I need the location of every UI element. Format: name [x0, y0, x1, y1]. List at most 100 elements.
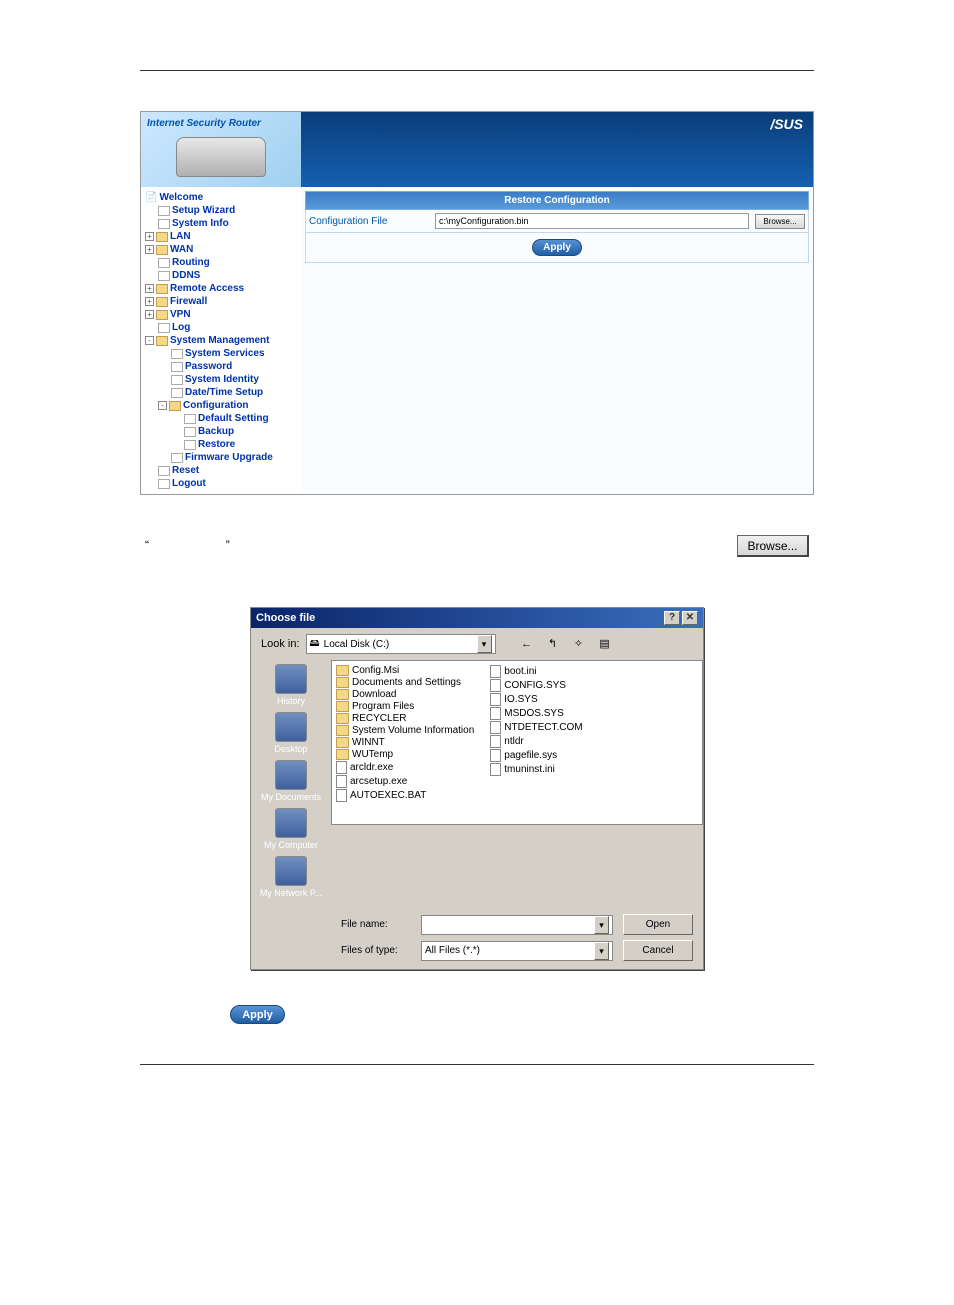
- nav-setup-wizard[interactable]: Setup Wizard: [172, 204, 235, 217]
- filetype-select[interactable]: All Files (*.*)▾: [421, 941, 613, 961]
- apply-button-inline[interactable]: Apply: [230, 1005, 285, 1024]
- file-item[interactable]: WINNT: [336, 737, 474, 748]
- mydocs-icon: [275, 760, 307, 790]
- nav-firmware-upgrade[interactable]: Firmware Upgrade: [185, 451, 273, 464]
- place-mydocs[interactable]: My Documents: [251, 760, 331, 802]
- file-item[interactable]: Download: [336, 689, 474, 700]
- folder-icon: [336, 737, 349, 748]
- back-icon[interactable]: ←: [516, 634, 538, 654]
- file-icon: [336, 761, 347, 774]
- file-list[interactable]: Config.MsiDocuments and SettingsDownload…: [331, 660, 703, 825]
- choose-file-dialog: Choose file ? ✕ Look in: 🖴 Local Disk (C…: [250, 607, 704, 970]
- file-item[interactable]: IO.SYS: [490, 693, 582, 706]
- nav-welcome[interactable]: Welcome: [159, 191, 203, 204]
- filename-label: File name:: [341, 919, 411, 930]
- nav-remote-access[interactable]: Remote Access: [170, 282, 244, 295]
- router-image: [176, 137, 266, 177]
- file-item[interactable]: arcldr.exe: [336, 761, 474, 774]
- nav-system-identity[interactable]: System Identity: [185, 373, 259, 386]
- computer-icon: [275, 808, 307, 838]
- drive-name: Local Disk (C:): [324, 639, 390, 650]
- nav-logout[interactable]: Logout: [172, 477, 206, 490]
- nav-password[interactable]: Password: [185, 360, 232, 373]
- file-item[interactable]: RECYCLER: [336, 713, 474, 724]
- expand-icon[interactable]: +: [145, 245, 154, 254]
- nav-wan[interactable]: WAN: [170, 243, 193, 256]
- filename-input[interactable]: ▾: [421, 915, 613, 935]
- router-logo-panel: Internet Security Router: [141, 112, 301, 187]
- open-button[interactable]: Open: [623, 914, 693, 935]
- network-icon: [275, 856, 307, 886]
- file-item[interactable]: AUTOEXEC.BAT: [336, 789, 474, 802]
- desktop-icon: [275, 712, 307, 742]
- file-item[interactable]: WUTemp: [336, 749, 474, 760]
- nav-datetime[interactable]: Date/Time Setup: [185, 386, 263, 399]
- nav-tree: 📄Welcome Setup Wizard System Info +LAN +…: [141, 187, 301, 494]
- places-bar: History Desktop My Documents My Computer…: [251, 660, 331, 908]
- nav-ddns[interactable]: DDNS: [172, 269, 200, 282]
- collapse-icon[interactable]: -: [158, 401, 167, 410]
- file-item[interactable]: Program Files: [336, 701, 474, 712]
- nav-vpn[interactable]: VPN: [170, 308, 191, 321]
- file-item[interactable]: ntldr: [490, 735, 582, 748]
- main-panel: Restore Configuration Configuration File…: [301, 187, 813, 494]
- panel-header: Restore Configuration: [305, 191, 809, 210]
- file-item[interactable]: pagefile.sys: [490, 749, 582, 762]
- file-item[interactable]: Config.Msi: [336, 665, 474, 676]
- config-file-input[interactable]: [435, 213, 749, 229]
- folder-icon: [336, 725, 349, 736]
- nav-system-services[interactable]: System Services: [185, 347, 265, 360]
- history-icon: [275, 664, 307, 694]
- nav-backup[interactable]: Backup: [198, 425, 234, 438]
- file-item[interactable]: arcsetup.exe: [336, 775, 474, 788]
- nav-routing[interactable]: Routing: [172, 256, 210, 269]
- file-icon: [490, 707, 501, 720]
- expand-icon[interactable]: +: [145, 310, 154, 319]
- nav-system-management[interactable]: System Management: [170, 334, 269, 347]
- file-icon: [490, 721, 501, 734]
- file-icon: [490, 665, 501, 678]
- file-icon: [490, 693, 501, 706]
- expand-icon[interactable]: +: [145, 284, 154, 293]
- close-icon[interactable]: ✕: [682, 611, 698, 625]
- nav-firewall[interactable]: Firewall: [170, 295, 207, 308]
- router-brand-title: Internet Security Router: [147, 118, 295, 129]
- view-menu-icon[interactable]: ▤: [594, 634, 616, 654]
- dropdown-icon[interactable]: ▾: [594, 916, 609, 934]
- file-item[interactable]: Documents and Settings: [336, 677, 474, 688]
- place-network[interactable]: My Network P...: [251, 856, 331, 898]
- help-icon[interactable]: ?: [664, 611, 680, 625]
- file-item[interactable]: CONFIG.SYS: [490, 679, 582, 692]
- cancel-button[interactable]: Cancel: [623, 940, 693, 961]
- nav-default-setting[interactable]: Default Setting: [198, 412, 269, 425]
- folder-icon: [336, 713, 349, 724]
- dropdown-icon[interactable]: ▾: [594, 942, 609, 960]
- file-item[interactable]: boot.ini: [490, 665, 582, 678]
- expand-icon[interactable]: +: [145, 297, 154, 306]
- place-desktop[interactable]: Desktop: [251, 712, 331, 754]
- expand-icon[interactable]: +: [145, 232, 154, 241]
- lookin-select[interactable]: 🖴 Local Disk (C:) ▾: [306, 634, 496, 654]
- collapse-icon[interactable]: -: [145, 336, 154, 345]
- nav-restore[interactable]: Restore: [198, 438, 235, 451]
- router-admin-screenshot: Internet Security Router /SUS 📄Welcome S…: [140, 111, 814, 495]
- place-history[interactable]: History: [251, 664, 331, 706]
- nav-lan[interactable]: LAN: [170, 230, 191, 243]
- file-item[interactable]: NTDETECT.COM: [490, 721, 582, 734]
- nav-system-info[interactable]: System Info: [172, 217, 229, 230]
- file-item[interactable]: tmuninst.ini: [490, 763, 582, 776]
- folder-icon: [336, 677, 349, 688]
- new-folder-icon[interactable]: ✧: [568, 634, 590, 654]
- dropdown-icon[interactable]: ▾: [477, 635, 492, 653]
- place-mycomputer[interactable]: My Computer: [251, 808, 331, 850]
- browse-button[interactable]: Browse...: [755, 214, 805, 229]
- nav-log[interactable]: Log: [172, 321, 190, 334]
- file-item[interactable]: MSDOS.SYS: [490, 707, 582, 720]
- nav-reset[interactable]: Reset: [172, 464, 199, 477]
- nav-configuration[interactable]: Configuration: [183, 399, 249, 412]
- browse-button-inline[interactable]: Browse...: [737, 535, 809, 557]
- brand-logo: /SUS: [301, 112, 813, 187]
- file-item[interactable]: System Volume Information: [336, 725, 474, 736]
- up-folder-icon[interactable]: ↰: [542, 634, 564, 654]
- apply-button[interactable]: Apply: [532, 239, 582, 256]
